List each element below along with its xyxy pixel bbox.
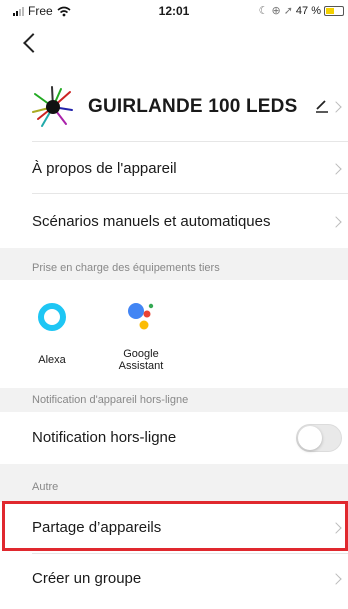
chevron-right-icon bbox=[330, 163, 342, 175]
scenarios-row[interactable]: Scénarios manuels et automatiques bbox=[0, 194, 348, 248]
device-image bbox=[32, 86, 73, 127]
device-name: GUIRLANDE 100 LEDS bbox=[88, 96, 298, 117]
chevron-right-icon bbox=[330, 573, 342, 585]
orientation-lock-icon: ⊕ bbox=[271, 5, 281, 17]
google-assistant-item[interactable]: Google Assistant bbox=[110, 298, 172, 372]
device-sharing-row[interactable]: Partage d’appareils bbox=[0, 502, 348, 554]
google-assistant-icon bbox=[128, 303, 154, 330]
offline-notification-toggle[interactable] bbox=[296, 424, 342, 452]
third-party-header-label: Prise en charge des équipements tiers bbox=[32, 262, 220, 274]
status-right: ☾ ⊕ ➚ 47 % bbox=[259, 4, 344, 17]
back-icon[interactable] bbox=[23, 33, 43, 53]
google-label-line2: Assistant bbox=[118, 360, 164, 372]
other-header-label: Autre bbox=[32, 481, 59, 493]
third-party-header: Prise en charge des équipements tiers bbox=[0, 248, 348, 280]
google-label-line1: Google bbox=[123, 348, 159, 360]
battery-level bbox=[326, 7, 334, 14]
alexa-icon bbox=[38, 303, 66, 331]
device-header[interactable]: GUIRLANDE 100 LEDS bbox=[0, 72, 348, 142]
create-group-label: Créer un groupe bbox=[32, 570, 142, 587]
create-group-row[interactable]: Créer un groupe bbox=[0, 554, 348, 609]
moon-icon: ☾ bbox=[258, 5, 269, 17]
toggle-knob bbox=[298, 426, 322, 450]
about-device-label: À propos de l'appareil bbox=[32, 160, 177, 177]
about-device-row[interactable]: À propos de l'appareil bbox=[0, 142, 348, 194]
offline-header-label: Notification d'appareil hors-ligne bbox=[32, 394, 189, 406]
other-header: Autre bbox=[0, 464, 348, 502]
third-party-section: Alexa Google Assistant bbox=[0, 280, 348, 388]
device-chevron-icon bbox=[330, 101, 342, 113]
battery-icon bbox=[324, 5, 344, 16]
alexa-item[interactable]: Alexa bbox=[28, 303, 76, 366]
offline-notification-row: Notification hors-ligne bbox=[0, 412, 348, 464]
alexa-label: Alexa bbox=[38, 354, 66, 366]
offline-header: Notification d'appareil hors-ligne bbox=[0, 388, 348, 412]
nav-bar bbox=[0, 22, 348, 72]
chevron-right-icon bbox=[330, 216, 342, 228]
device-sharing-label: Partage d’appareils bbox=[32, 519, 162, 536]
status-bar: Free 12:01 ☾ ⊕ ➚ 47 % bbox=[0, 0, 348, 22]
chevron-right-icon bbox=[330, 522, 342, 534]
scenarios-label: Scénarios manuels et automatiques bbox=[32, 213, 271, 230]
edit-icon[interactable] bbox=[314, 98, 330, 114]
offline-notification-label: Notification hors-ligne bbox=[32, 429, 177, 446]
battery-percent: 47 % bbox=[295, 4, 321, 17]
location-icon: ➚ bbox=[283, 5, 293, 17]
